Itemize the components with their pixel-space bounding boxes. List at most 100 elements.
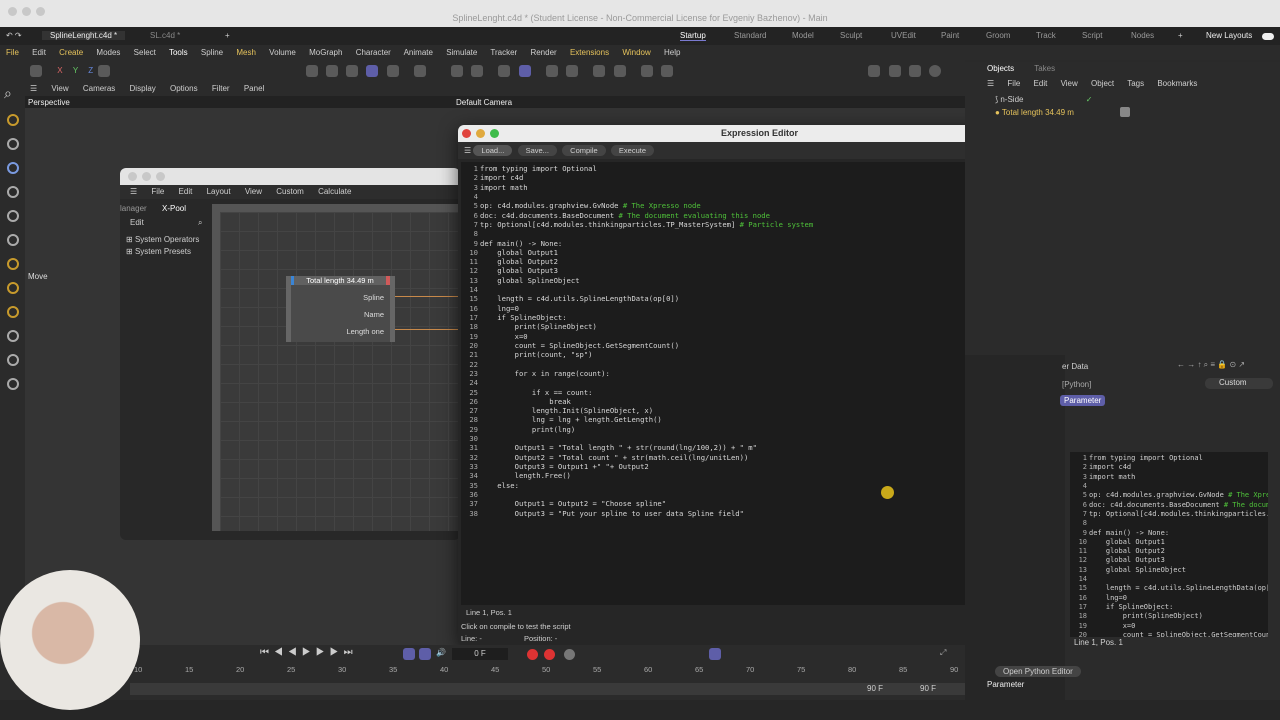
compile-button[interactable]: Compile (562, 145, 606, 156)
viewport-menu-filter[interactable]: Filter (212, 84, 230, 93)
layout-startup[interactable]: Startup (680, 31, 706, 41)
timeline-ruler[interactable]: 10 15 20 25 30 35 40 45 50 55 60 65 70 75 80 85 90 (130, 645, 965, 685)
layout-nodes[interactable]: Nodes (1131, 31, 1154, 40)
viewport-menu-cameras[interactable]: Cameras (83, 84, 115, 93)
xpresso-menu-file[interactable]: File (151, 187, 164, 196)
xpresso-menu-view[interactable]: View (245, 187, 262, 196)
y-axis-icon[interactable]: Y (73, 66, 78, 75)
xpresso-title-bar[interactable] (120, 168, 460, 185)
object-item-nside[interactable]: ⟆ n-Side ✓ (995, 95, 1092, 104)
z-axis-icon[interactable]: Z (88, 66, 93, 75)
x-axis-icon[interactable]: X (57, 66, 62, 75)
menu-mograph[interactable]: MoGraph (309, 48, 342, 57)
points-mode-icon[interactable] (305, 65, 318, 77)
layout-paint[interactable]: Paint (941, 31, 959, 40)
menu-window[interactable]: Window (622, 48, 650, 57)
python-code-preview[interactable]: 1 from typing import Optional 2 import c4d 3… (1070, 452, 1268, 637)
layout-sculpt[interactable]: Sculpt (840, 31, 862, 40)
menu-icon[interactable]: ☰ (130, 187, 137, 196)
axis-mode-icon[interactable] (413, 65, 426, 77)
undo-icon[interactable]: ↶ ↷ (6, 31, 22, 40)
tab-takes[interactable]: Takes (1034, 64, 1055, 73)
menu-character[interactable]: Character (356, 48, 391, 57)
open-python-editor-button[interactable]: Open Python Editor (995, 666, 1081, 677)
objects-menu-bookmarks[interactable]: Bookmarks (1157, 79, 1197, 88)
layout-track[interactable]: Track (1036, 31, 1056, 40)
render-view-icon[interactable] (868, 65, 881, 77)
load-button[interactable]: Load... (473, 145, 513, 156)
objects-menu-file[interactable]: File (1007, 79, 1020, 88)
layout-uvedit[interactable]: UVEdit (891, 31, 916, 40)
menu-simulate[interactable]: Simulate (446, 48, 477, 57)
spline-pen-icon[interactable] (6, 258, 19, 270)
tab-xpool[interactable]: X-Pool (162, 204, 186, 213)
snap-icon[interactable] (451, 65, 464, 77)
viewport-menu-panel[interactable]: Panel (244, 84, 264, 93)
menu-modes[interactable]: Modes (96, 48, 120, 57)
magnet-icon[interactable] (6, 378, 19, 390)
camera-label[interactable]: Default Camera (456, 98, 512, 107)
layout-model[interactable]: Model (792, 31, 814, 40)
render-settings-icon[interactable] (908, 65, 921, 77)
viewport-menu-view[interactable]: View (51, 84, 68, 93)
viewport-menu-display[interactable]: Display (130, 84, 156, 93)
close-button[interactable] (462, 129, 471, 138)
sketch-icon[interactable] (6, 282, 19, 294)
material-icon[interactable] (929, 65, 942, 77)
auto-icon[interactable] (661, 65, 674, 77)
add-layout-icon[interactable]: + (1178, 31, 1183, 40)
paint-icon[interactable] (6, 306, 19, 318)
check-icon[interactable]: ✓ (1086, 95, 1093, 104)
menu-icon[interactable]: ☰ (987, 79, 994, 88)
target-icon[interactable] (566, 65, 579, 77)
range-slider[interactable] (130, 683, 965, 695)
brush-icon[interactable] (6, 330, 19, 342)
model-mode-icon[interactable] (366, 65, 379, 77)
tab-doc-2[interactable]: SL.c4d * (150, 31, 180, 40)
move-tool-icon[interactable] (6, 162, 19, 174)
objects-menu-tags[interactable]: Tags (1127, 79, 1144, 88)
minimize-button[interactable] (476, 129, 485, 138)
objects-menu-edit[interactable]: Edit (1034, 79, 1048, 88)
tree-system-presets[interactable]: ⊞ System Presets (126, 247, 191, 256)
menu-edit[interactable]: Edit (32, 48, 46, 57)
port-length-one[interactable]: Length one (291, 327, 390, 336)
menu-animate[interactable]: Animate (404, 48, 433, 57)
menu-help[interactable]: Help (664, 48, 680, 57)
menu-create[interactable]: Create (59, 48, 83, 57)
tree-system-operators[interactable]: ⊞ System Operators (126, 235, 199, 244)
new-tab-icon[interactable]: + (225, 31, 230, 40)
settings-icon[interactable] (613, 65, 626, 77)
tab-doc-1[interactable]: SplineLenght.c4d * (42, 31, 126, 40)
xpresso-menu-layout[interactable]: Layout (207, 187, 231, 196)
layout-standard[interactable]: Standard (734, 31, 766, 40)
workplane-icon[interactable] (518, 65, 531, 77)
transform-tool-icon[interactable] (6, 234, 19, 246)
search-icon[interactable]: ⌕ (198, 218, 202, 228)
search-icon[interactable]: ⌕ (4, 85, 21, 102)
menu-tools[interactable]: Tools (169, 48, 188, 57)
layout-script[interactable]: Script (1082, 31, 1102, 40)
viewport-menu-icon[interactable]: ☰ (30, 84, 37, 93)
coord-system-icon[interactable] (98, 65, 111, 77)
python-tag-icon[interactable] (1120, 107, 1130, 117)
objects-menu-view[interactable]: View (1061, 79, 1078, 88)
lock-icon[interactable] (545, 65, 558, 77)
polygons-mode-icon[interactable] (346, 65, 359, 77)
menu-file[interactable]: File (6, 48, 19, 57)
hexagon-icon[interactable] (640, 65, 653, 77)
new-layouts-toggle[interactable] (1262, 33, 1274, 40)
menu-tracker[interactable]: Tracker (490, 48, 517, 57)
xpresso-menu-calculate[interactable]: Calculate (318, 187, 351, 196)
range-end-2[interactable]: 90 F (920, 684, 936, 693)
menu-icon[interactable]: ☰ (464, 146, 471, 155)
snap-settings-icon[interactable] (471, 65, 484, 77)
viewport-menu-options[interactable]: Options (170, 84, 198, 93)
xpresso-menu-edit[interactable]: Edit (179, 187, 193, 196)
live-select-icon[interactable] (6, 138, 19, 150)
xpresso-menu-custom[interactable]: Custom (276, 187, 304, 196)
menu-volume[interactable]: Volume (269, 48, 296, 57)
xpool-edit[interactable]: Edit (130, 218, 144, 227)
rotate-tool-icon[interactable] (6, 186, 19, 198)
symmetry-icon[interactable] (593, 65, 606, 77)
